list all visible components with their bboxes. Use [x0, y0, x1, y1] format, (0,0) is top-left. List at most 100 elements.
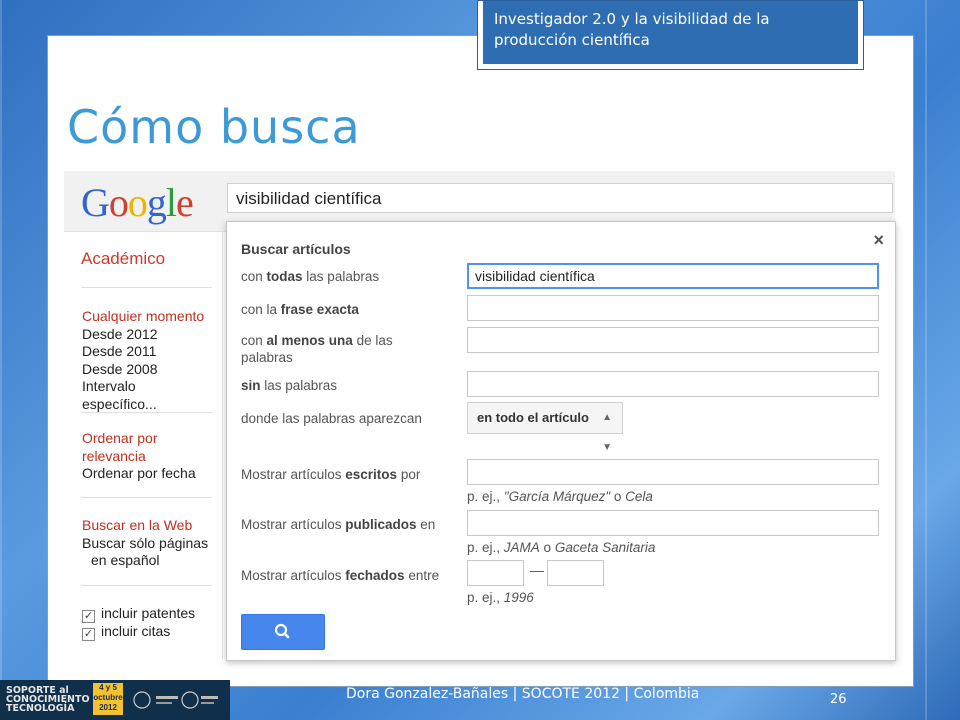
divider [81, 287, 212, 288]
label-bold: sin [241, 378, 261, 393]
checkbox-group: ✓ incluir patentes ✓ incluir citas [82, 605, 195, 641]
divider [81, 412, 212, 413]
logo-date-badge: 4 y 5 octubre 2012 [93, 683, 123, 715]
checkbox-checked-icon[interactable]: ✓ [82, 627, 95, 641]
university-seals [130, 686, 220, 716]
sort-active[interactable]: Ordenar por relevancia [82, 430, 196, 465]
label-part: con [241, 269, 267, 284]
label-part: las palabras [260, 378, 338, 393]
label-bold: frase exacta [280, 302, 359, 317]
hint-part: o [610, 489, 626, 504]
where-words-value: en todo el artículo [477, 410, 589, 425]
section-title[interactable]: Académico [81, 249, 165, 269]
label-part: Mostrar artículos [241, 568, 346, 583]
divider [81, 497, 212, 498]
label-part: las palabras [302, 269, 380, 284]
sort-group: Ordenar por relevancia Ordenar por fecha [82, 430, 196, 483]
label-bold: publicados [345, 517, 417, 532]
divider [81, 585, 212, 586]
background-line [0, 0, 2, 720]
author-label: Mostrar artículos escritos por [241, 466, 420, 483]
page-number: 26 [830, 692, 847, 707]
include-patents-label: incluir patentes [101, 605, 196, 621]
footer-credit: Dora Gonzalez-Bañales | SOCOTE 2012 | Co… [346, 686, 700, 702]
search-spanish-only[interactable]: Buscar sólo páginas en español [82, 535, 208, 570]
exact-phrase-input[interactable] [467, 295, 879, 321]
label-part: con la [241, 302, 281, 317]
time-filter-item[interactable]: Desde 2011 [82, 343, 212, 361]
select-arrows-icon: ▲ ▼ [602, 412, 612, 453]
slide-title: Cómo busca [67, 100, 361, 154]
all-words-input[interactable]: visibilidad científica [467, 263, 879, 289]
logo-wordmark: SOPORTE al CONOCIMIENTO TECNOLOGÍA [6, 686, 90, 714]
where-words-select[interactable]: en todo el artículo ▲ ▼ [467, 402, 623, 453]
sort-active-line2: relevancia [82, 447, 146, 464]
search-icon [274, 623, 290, 639]
publication-label: Mostrar artículos publicados en [241, 516, 435, 533]
any-words-label: con al menos una de las palabras [241, 332, 393, 366]
google-logo[interactable]: Google [81, 179, 194, 226]
time-filter-group: Cualquier momento Desde 2012 Desde 2011 … [82, 308, 212, 413]
date-separator: — [530, 562, 544, 578]
hint-part: o [539, 540, 555, 555]
hint-example: 1996 [503, 590, 534, 605]
sidebar: Académico Cualquier momento Desde 2012 D… [64, 231, 212, 659]
search-button[interactable] [241, 614, 325, 650]
author-input[interactable] [467, 459, 879, 485]
label-bold: todas [266, 269, 303, 284]
logo-line: TECNOLOGÍA [6, 703, 75, 714]
without-words-label: sin las palabras [241, 377, 337, 394]
logo-letter: e [176, 180, 194, 225]
any-words-input[interactable] [467, 327, 879, 353]
without-words-input[interactable] [467, 371, 879, 397]
include-citations-option[interactable]: ✓ incluir citas [82, 623, 195, 641]
hint-part: p. ej., [467, 540, 504, 555]
badge-line: 2012 [99, 703, 117, 712]
hint-example: JAMA [503, 540, 540, 555]
time-filter-item[interactable]: Desde 2012 [82, 326, 212, 344]
sort-active-line1: Ordenar por [82, 430, 158, 446]
close-icon[interactable]: × [873, 230, 884, 251]
publication-hint: p. ej., JAMA o Gaceta Sanitaria [467, 540, 655, 555]
time-filter-item[interactable]: Intervalo específico... [82, 378, 212, 413]
banner-text: Investigador 2.0 y la visibilidad de la … [483, 1, 858, 64]
label-part: palabras [241, 350, 293, 365]
label-part: por [397, 467, 421, 482]
hint-part: p. ej., [467, 489, 504, 504]
header-banner: Investigador 2.0 y la visibilidad de la … [477, 0, 864, 70]
label-part: con [241, 333, 267, 348]
badge-line: 4 y 5 [99, 683, 117, 692]
include-patents-option[interactable]: ✓ incluir patentes [82, 605, 195, 623]
logo-letter: l [165, 180, 177, 225]
publication-input[interactable] [467, 510, 879, 536]
label-part: en [416, 517, 436, 532]
time-filter-item[interactable]: Desde 2008 [82, 361, 212, 379]
logo-letter: o [127, 180, 148, 225]
hint-example: Gaceta Sanitaria [554, 540, 656, 555]
checkbox-checked-icon[interactable]: ✓ [82, 610, 95, 623]
conference-logo: SOPORTE al CONOCIMIENTO TECNOLOGÍA 4 y 5… [0, 680, 230, 720]
where-words-label: donde las palabras aparezcan [241, 411, 422, 426]
badge-line: octubre [93, 693, 123, 702]
date-hint: p. ej., 1996 [467, 590, 534, 605]
label-bold: escritos [345, 467, 398, 482]
web-group: Buscar en la Web Buscar sólo páginas en e… [82, 517, 208, 570]
search-input[interactable]: visibilidad científica [227, 183, 893, 213]
hint-part: p. ej., [467, 590, 504, 605]
logo-letter: o [108, 180, 129, 225]
label-bold: fechados [345, 568, 405, 583]
time-filter-active[interactable]: Cualquier momento [82, 308, 212, 326]
date-from-input[interactable] [467, 560, 524, 586]
logo-letter: G [81, 180, 110, 225]
dialog-title: Buscar artículos [241, 241, 351, 257]
search-spanish-line2: en español [91, 552, 160, 568]
sort-by-date[interactable]: Ordenar por fecha [82, 465, 196, 483]
date-label: Mostrar artículos fechados entre [241, 567, 439, 584]
sidebar-divider [222, 231, 223, 659]
date-to-input[interactable] [547, 560, 604, 586]
logo-letter: g [146, 180, 167, 225]
exact-phrase-label: con la frase exacta [241, 301, 359, 318]
search-web-active[interactable]: Buscar en la Web [82, 517, 208, 535]
seal-icon [133, 691, 218, 709]
search-spanish-line1: Buscar sólo páginas [82, 534, 209, 551]
